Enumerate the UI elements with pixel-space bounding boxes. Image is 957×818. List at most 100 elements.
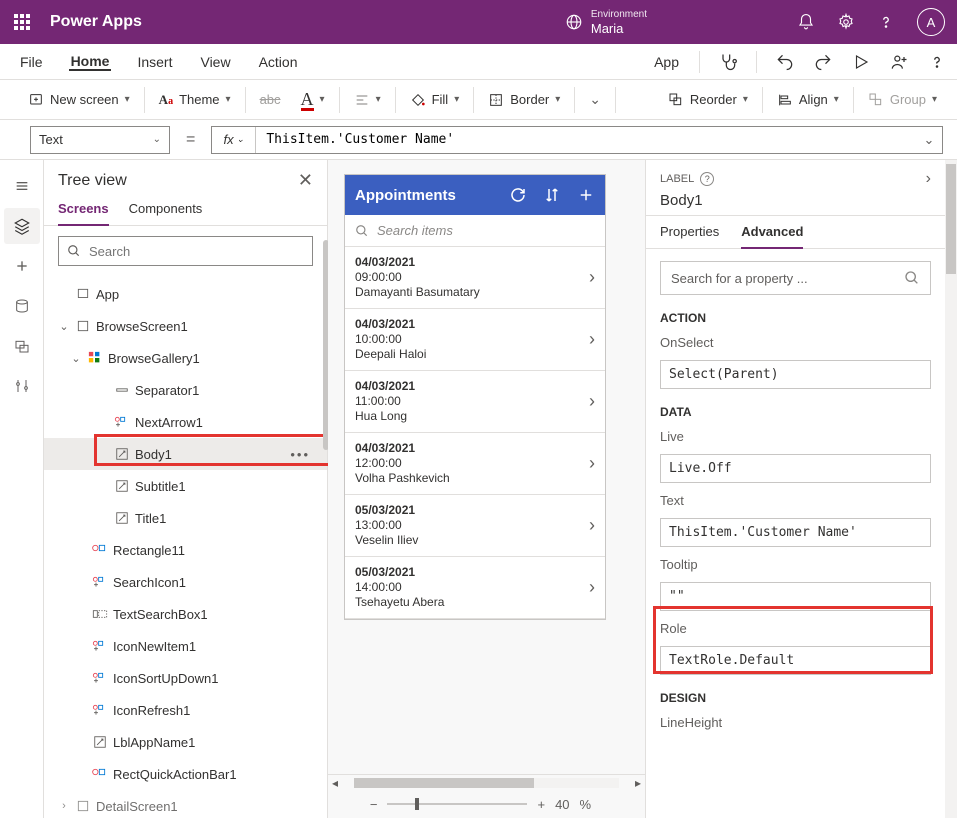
tree-item-subtitle[interactable]: Subtitle1 — [44, 470, 327, 502]
preview-button[interactable] — [851, 52, 871, 72]
rail-data[interactable] — [4, 288, 40, 324]
theme-button[interactable]: Aa Theme ▾ — [149, 80, 241, 120]
add-button[interactable] — [577, 186, 595, 204]
tree-item-app[interactable]: App — [44, 278, 327, 310]
rail-hamburger[interactable] — [4, 168, 40, 204]
tree-item-detailscreen[interactable]: › DetailScreen1 — [44, 790, 327, 818]
redo-button[interactable] — [813, 52, 833, 72]
tree-item-textsearchbox[interactable]: TextSearchBox1 — [44, 598, 327, 630]
menu-view[interactable]: View — [198, 54, 232, 70]
tree-item-nextarrow[interactable]: NextArrow1 — [44, 406, 327, 438]
tab-screens[interactable]: Screens — [58, 201, 109, 226]
tree-item-iconnewitem[interactable]: IconNewItem1 — [44, 630, 327, 662]
help-button[interactable] — [877, 13, 895, 31]
more-formatting-button[interactable]: ⌄ — [579, 80, 611, 120]
app-launcher-button[interactable] — [0, 0, 44, 44]
group-button[interactable]: Group ▾ — [858, 80, 947, 120]
refresh-button[interactable] — [509, 186, 527, 204]
fx-button[interactable]: fx⌄ — [212, 127, 256, 153]
tree-item-iconrefresh[interactable]: IconRefresh1 — [44, 694, 327, 726]
scrollbar-thumb[interactable] — [946, 164, 956, 274]
share-button[interactable] — [889, 52, 909, 72]
user-avatar[interactable]: A — [917, 8, 945, 36]
font-color-button[interactable]: A ▾ — [291, 80, 335, 120]
sort-button[interactable] — [543, 186, 561, 204]
tree-item-body1[interactable]: Body1 ••• — [44, 438, 327, 470]
app-checker-button[interactable] — [718, 52, 738, 72]
chevron-right-icon[interactable]: › — [589, 453, 595, 474]
tree-item-rectangle[interactable]: Rectangle11 — [44, 534, 327, 566]
close-tree-button[interactable]: ✕ — [298, 170, 313, 191]
notifications-button[interactable] — [797, 13, 815, 31]
tree-item-iconsort[interactable]: IconSortUpDown1 — [44, 662, 327, 694]
reorder-button[interactable]: Reorder ▾ — [658, 80, 758, 120]
property-selector[interactable]: Text ⌄ — [30, 126, 170, 154]
zoom-out-button[interactable]: − — [370, 797, 378, 812]
zoom-in-button[interactable]: + — [537, 797, 545, 812]
tree-item-lblappname[interactable]: LblAppName1 — [44, 726, 327, 758]
app-search-bar[interactable]: Search items — [345, 215, 605, 247]
menu-home[interactable]: Home — [69, 53, 112, 71]
scrollbar-thumb[interactable] — [354, 778, 534, 788]
info-icon[interactable]: ? — [700, 172, 714, 186]
scroll-right-arrow[interactable]: ▸ — [631, 776, 645, 790]
fill-button[interactable]: Fill ▾ — [400, 80, 470, 120]
tree-item-rectquickaction[interactable]: RectQuickActionBar1 — [44, 758, 327, 790]
right-scrollbar[interactable] — [945, 160, 957, 818]
appointment-item[interactable]: 04/03/2021 10:00:00 Deepali Haloi › — [345, 309, 605, 371]
canvas-h-scrollbar[interactable]: ◂ ▸ — [328, 774, 645, 790]
tree-item-title[interactable]: Title1 — [44, 502, 327, 534]
scroll-left-arrow[interactable]: ◂ — [328, 776, 342, 790]
environment-picker[interactable]: Environment Maria — [565, 8, 797, 36]
formula-input[interactable] — [256, 127, 916, 153]
rail-tools[interactable] — [4, 368, 40, 404]
property-search[interactable]: Search for a property ... — [660, 261, 931, 295]
more-options-button[interactable]: ••• — [290, 447, 310, 462]
appointment-item[interactable]: 04/03/2021 12:00:00 Volha Pashkevich › — [345, 433, 605, 495]
align-text-button[interactable]: ▾ — [344, 80, 391, 120]
rail-tree-view[interactable] — [4, 208, 40, 244]
menu-action[interactable]: Action — [257, 54, 300, 70]
settings-button[interactable] — [837, 13, 855, 31]
prop-onselect-value[interactable]: Select(Parent) — [660, 360, 931, 389]
chevron-right-icon[interactable]: › — [589, 329, 595, 350]
align-button[interactable]: Align ▾ — [767, 80, 849, 120]
appointment-item[interactable]: 05/03/2021 13:00:00 Veselin Iliev › — [345, 495, 605, 557]
undo-button[interactable] — [775, 52, 795, 72]
tree-search[interactable] — [58, 236, 313, 266]
appointment-item[interactable]: 05/03/2021 14:00:00 Tsehayetu Abera › — [345, 557, 605, 619]
zoom-slider[interactable] — [387, 803, 527, 805]
menu-insert[interactable]: Insert — [135, 54, 174, 70]
tab-properties[interactable]: Properties — [660, 224, 719, 248]
border-button[interactable]: Border ▾ — [478, 80, 570, 120]
rail-insert[interactable] — [4, 248, 40, 284]
chevron-right-icon[interactable]: › — [589, 577, 595, 598]
chevron-right-icon[interactable]: › — [926, 170, 931, 188]
chevron-right-icon[interactable]: › — [589, 515, 595, 536]
tree-item-browsegallery[interactable]: ⌄ BrowseGallery1 — [44, 342, 327, 374]
canvas-viewport[interactable]: Appointments Search items 04/03/2021 09:… — [328, 160, 645, 774]
scrollbar-track[interactable] — [354, 778, 619, 788]
zoom-handle[interactable] — [415, 798, 419, 810]
menu-app[interactable]: App — [652, 54, 681, 70]
prop-tooltip-value[interactable]: "" — [660, 582, 931, 611]
tab-components[interactable]: Components — [129, 201, 203, 225]
tab-advanced[interactable]: Advanced — [741, 224, 803, 249]
expand-formula-button[interactable]: ⌄ — [916, 132, 942, 148]
new-screen-button[interactable]: New screen ▾ — [18, 80, 140, 120]
strikethrough-button[interactable]: abc — [250, 80, 291, 120]
prop-text-value[interactable]: ThisItem.'Customer Name' — [660, 518, 931, 547]
prop-role-value[interactable]: TextRole.Default — [660, 646, 931, 675]
tree-item-browsescreen[interactable]: ⌄ BrowseScreen1 — [44, 310, 327, 342]
menu-file[interactable]: File — [18, 54, 45, 70]
tree-search-input[interactable] — [89, 244, 304, 259]
tree-item-searchicon[interactable]: SearchIcon1 — [44, 566, 327, 598]
appointment-item[interactable]: 04/03/2021 09:00:00 Damayanti Basumatary… — [345, 247, 605, 309]
rail-media[interactable] — [4, 328, 40, 364]
appointment-item[interactable]: 04/03/2021 11:00:00 Hua Long › — [345, 371, 605, 433]
help-button-2[interactable] — [927, 52, 947, 72]
prop-live-value[interactable]: Live.Off — [660, 454, 931, 483]
chevron-right-icon[interactable]: › — [589, 391, 595, 412]
chevron-right-icon[interactable]: › — [589, 267, 595, 288]
tree-item-separator[interactable]: Separator1 — [44, 374, 327, 406]
